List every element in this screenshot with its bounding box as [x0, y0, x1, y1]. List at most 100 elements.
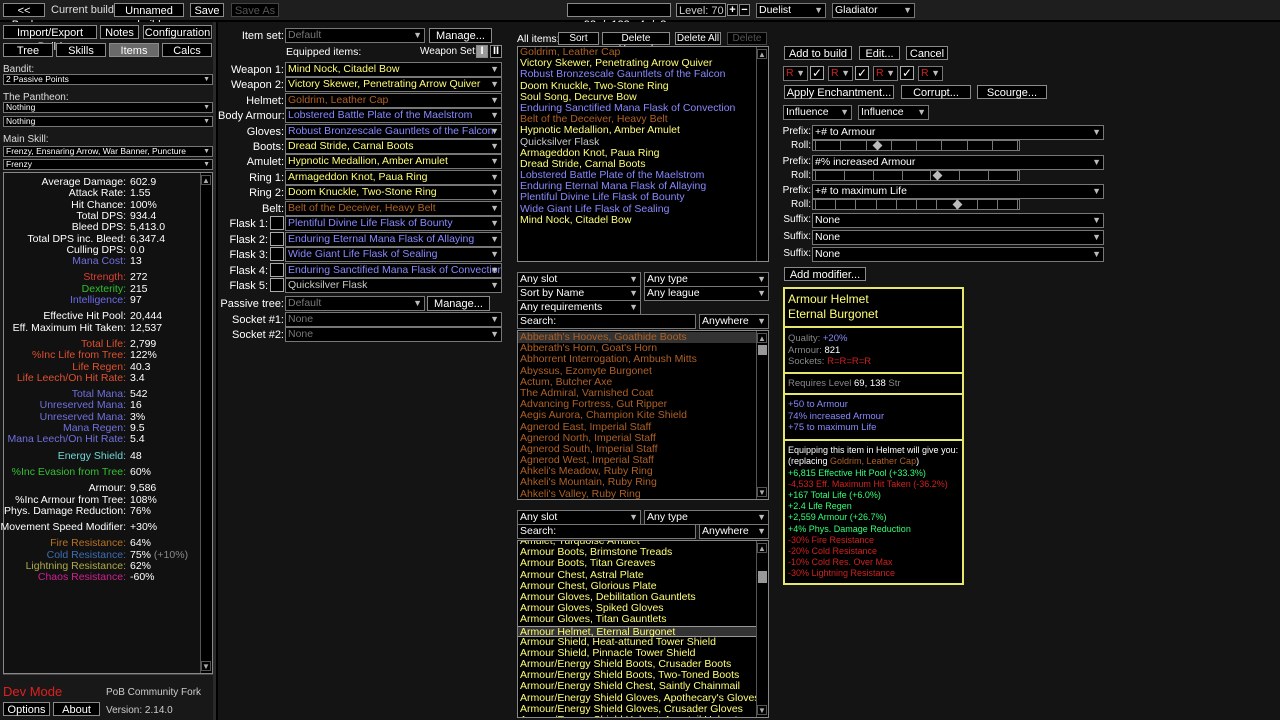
weapon-set-2-button[interactable]: II: [490, 45, 502, 58]
weapon-set-1-button[interactable]: I: [476, 45, 488, 58]
scroll-down-icon[interactable]: ▼: [757, 705, 767, 715]
socket-color-select[interactable]: R ▼: [873, 66, 898, 81]
flask-select[interactable]: Wide Giant Life Flask of Sealing ▼: [285, 247, 502, 263]
slot-select[interactable]: Mind Nock, Citadel Bow ▼: [285, 62, 502, 77]
flask-active-checkbox[interactable]: [270, 247, 284, 262]
socket-link-checkbox[interactable]: ✓: [810, 66, 824, 80]
scourge-button[interactable]: Scourge...: [977, 85, 1047, 99]
unique-type-select[interactable]: Any type ▼: [644, 272, 769, 287]
level-field[interactable]: Level: 70: [676, 3, 726, 17]
rare-item-row[interactable]: Armour Boots, Titan Greaves: [518, 558, 768, 569]
delete-button[interactable]: Delete: [727, 32, 767, 45]
flask-active-checkbox[interactable]: [270, 278, 284, 293]
unique-item-row[interactable]: Agnerod East, Imperial Staff: [518, 421, 768, 433]
flask-select[interactable]: Plentiful Divine Life Flask of Bounty ▼: [285, 216, 502, 231]
delete-all-button[interactable]: Delete All: [675, 32, 721, 45]
flask-select[interactable]: Quicksilver Flask ▼: [285, 278, 502, 294]
socket-color-select[interactable]: R ▼: [918, 66, 943, 81]
flask-active-checkbox[interactable]: [270, 231, 284, 246]
ascendancy-select[interactable]: Gladiator ▼: [832, 3, 915, 18]
level-plus-button[interactable]: +: [727, 4, 738, 16]
tab-items[interactable]: Items: [109, 43, 159, 57]
rare-search-input[interactable]: Search:: [517, 524, 696, 539]
slot-select[interactable]: Robust Bronzescale Gauntlets of the Falc…: [285, 123, 502, 139]
edit-button[interactable]: Edit...: [859, 46, 900, 60]
item-set-manage-button[interactable]: Manage...: [429, 28, 492, 43]
tab-calcs[interactable]: Calcs: [162, 43, 212, 57]
pantheon-minor-select[interactable]: Nothing ▼: [3, 116, 213, 127]
suffix-select[interactable]: None ▼: [812, 230, 1104, 245]
save-button[interactable]: Save: [190, 3, 224, 17]
rare-search-scope-select[interactable]: Anywhere ▼: [699, 524, 769, 539]
item-list-row[interactable]: Mind Nock, Citadel Bow: [518, 214, 768, 226]
unique-item-row[interactable]: Ahkeli's Valley, Ruby Ring: [518, 488, 768, 499]
all-items-scrollbar[interactable]: ▲: [756, 47, 768, 261]
roll-handle[interactable]: [872, 140, 883, 151]
item-list-row[interactable]: Robust Bronzescale Gauntlets of the Falc…: [518, 69, 768, 80]
unique-search-scope-select[interactable]: Anywhere ▼: [699, 314, 769, 329]
scroll-up-icon[interactable]: ▲: [757, 49, 767, 59]
unique-league-select[interactable]: Any league ▼: [644, 286, 769, 301]
passive-tree-select[interactable]: Default ▼: [285, 296, 425, 311]
slot-select[interactable]: Goldrim, Leather Cap ▼: [285, 92, 502, 108]
corrupt-button[interactable]: Corrupt...: [901, 85, 971, 99]
all-items-list[interactable]: Goldrim, Leather Cap Victory Skewer, Pene…: [517, 46, 769, 262]
socket-link-checkbox[interactable]: ✓: [900, 66, 914, 80]
save-as-button[interactable]: Save As: [231, 3, 279, 17]
roll-slider[interactable]: [812, 140, 1020, 151]
flask-active-checkbox[interactable]: [270, 262, 284, 277]
socket-link-checkbox[interactable]: ✓: [855, 66, 869, 80]
flask-select[interactable]: Enduring Eternal Mana Flask of Allaying ▼: [285, 231, 502, 247]
tab-skills[interactable]: Skills: [56, 43, 106, 57]
socket-1-select[interactable]: None ▼: [285, 312, 502, 327]
unique-scrollbar[interactable]: ▲ ▼: [756, 331, 768, 499]
notes-button[interactable]: Notes: [100, 25, 139, 39]
suffix-select[interactable]: None ▼: [812, 213, 1104, 228]
apply-enchantment-button[interactable]: Apply Enchantment...: [784, 85, 894, 99]
prefix-select[interactable]: #% increased Armour ▼: [812, 154, 1104, 170]
cancel-button[interactable]: Cancel: [906, 46, 948, 60]
unique-slot-select[interactable]: Any slot ▼: [517, 272, 641, 287]
roll-handle[interactable]: [932, 170, 943, 180]
main-skill-group-select[interactable]: Frenzy, Ensnaring Arrow, War Banner, Pun…: [3, 146, 213, 157]
influence-1-select[interactable]: Influence ▼: [783, 105, 852, 120]
options-button[interactable]: Options: [3, 702, 50, 716]
passive-tree-manage-button[interactable]: Manage...: [427, 296, 490, 311]
slot-select[interactable]: Hypnotic Medallion, Amber Amulet ▼: [285, 154, 502, 170]
roll-slider[interactable]: [812, 199, 1020, 210]
prefix-select[interactable]: +# to maximum Life ▼: [812, 184, 1104, 199]
slot-select[interactable]: Dread Stride, Carnal Boots ▼: [285, 139, 502, 154]
add-to-build-button[interactable]: Add to build: [784, 46, 852, 60]
unique-search-input[interactable]: Search:: [517, 314, 696, 329]
socket-color-select[interactable]: R ▼: [828, 66, 853, 81]
scroll-down-icon[interactable]: ▼: [201, 661, 211, 671]
rare-type-select[interactable]: Any type ▼: [644, 510, 769, 525]
add-modifier-button[interactable]: Add modifier...: [784, 267, 866, 281]
bandit-select[interactable]: 2 Passive Points ▼: [3, 74, 213, 85]
suffix-select[interactable]: None ▼: [812, 247, 1104, 262]
rare-item-row[interactable]: Armour/Energy Shield Chest, Saintly Chai…: [518, 681, 768, 692]
rare-items-list[interactable]: Amulet, Turquoise Amulet Armour Boots, Br…: [517, 540, 769, 718]
prefix-select[interactable]: +# to Armour ▼: [812, 125, 1104, 140]
scroll-up-icon[interactable]: ▲: [757, 333, 767, 343]
item-list-row[interactable]: Plentiful Divine Life Flask of Bounty: [518, 192, 768, 203]
unique-item-row[interactable]: Aegis Aurora, Champion Kite Shield: [518, 410, 768, 421]
build-name-field[interactable]: Unnamed build: [114, 3, 184, 31]
socket-color-select[interactable]: R ▼: [783, 66, 808, 81]
unique-requirements-select[interactable]: Any requirements ▼: [517, 300, 641, 315]
scroll-up-icon[interactable]: ▲: [757, 543, 767, 553]
rare-item-row[interactable]: Armour Gloves, Titan Gauntlets: [518, 614, 768, 625]
rare-item-row[interactable]: Armour Helmet, Eternal Burgonet: [518, 625, 768, 637]
unique-sort-select[interactable]: Sort by Name ▼: [517, 286, 641, 301]
item-list-row[interactable]: Quicksilver Flask: [518, 136, 768, 148]
main-skill-select[interactable]: Frenzy ▼: [3, 159, 213, 170]
tab-tree[interactable]: Tree: [3, 43, 53, 57]
roll-handle[interactable]: [952, 199, 963, 210]
unique-item-row[interactable]: Ahkeli's Mountain, Ruby Ring: [518, 477, 768, 488]
slot-select[interactable]: Belt of the Deceiver, Heavy Belt ▼: [285, 200, 502, 216]
item-set-select[interactable]: Default ▼: [285, 28, 425, 43]
scroll-down-icon[interactable]: ▼: [757, 487, 767, 497]
flask-active-checkbox[interactable]: [270, 216, 284, 230]
slot-select[interactable]: Victory Skewer, Penetrating Arrow Quiver…: [285, 77, 502, 93]
sort-button[interactable]: Sort: [558, 32, 599, 45]
